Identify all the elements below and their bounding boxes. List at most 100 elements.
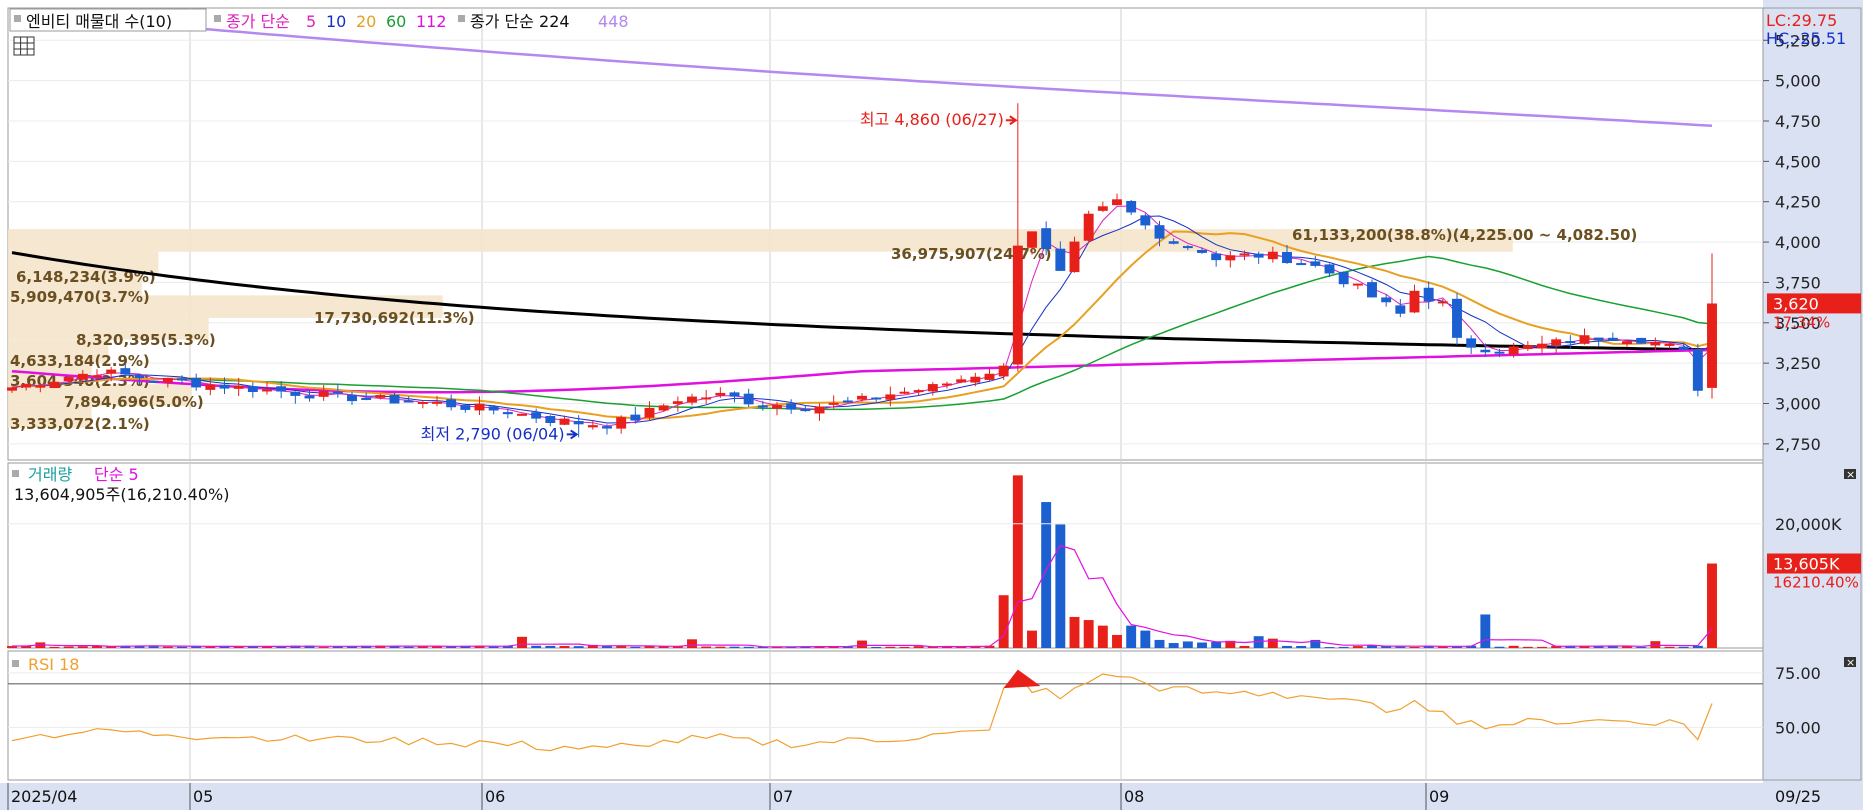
panel-close-icon[interactable]: × (1844, 656, 1856, 669)
volume-bar (63, 646, 74, 648)
candle-body (1253, 253, 1264, 258)
candle-body (1551, 339, 1562, 346)
candle-body (1182, 246, 1193, 249)
candle-body (871, 397, 882, 400)
candle-body (1636, 337, 1647, 344)
candle-body (191, 377, 202, 388)
candle-body (786, 403, 797, 410)
candle-body (573, 421, 584, 425)
candle-body (1650, 342, 1661, 346)
table-icon[interactable] (13, 36, 35, 56)
panel-close-icon[interactable]: × (1844, 468, 1856, 481)
volume-profile-label: 4,633,184(2.9%) (10, 352, 150, 370)
candle-body (1012, 245, 1023, 365)
candle-body (1126, 200, 1137, 213)
candle-body (21, 384, 32, 388)
volume-current-pct: 16210.40% (1773, 574, 1859, 592)
price-tick-label: 4,500 (1775, 152, 1821, 171)
x-tick-label: 09 (1429, 787, 1449, 806)
volume-bar (644, 646, 655, 648)
candle-body (332, 391, 343, 394)
volume-bar (49, 646, 60, 648)
volume-profile-label: 3,333,072(2.1%) (10, 415, 150, 433)
volume-bar (1112, 634, 1122, 648)
candle-body (1692, 349, 1703, 391)
volume-current-label: 13,605K (1773, 555, 1840, 574)
volume-bar (715, 646, 726, 648)
candle-body (134, 375, 145, 379)
candle-body (304, 395, 315, 399)
candle (517, 413, 527, 416)
current-price-label: 3,620 (1773, 294, 1819, 313)
close-icon-glyph: × (1846, 656, 1855, 669)
candle-body (602, 426, 612, 429)
candle (1069, 236, 1080, 273)
candle-body (672, 401, 683, 404)
price-tick-label: 3,750 (1775, 273, 1821, 292)
hc-readout: HC:-25.51 (1766, 29, 1846, 48)
candle-body (1678, 346, 1689, 350)
rsi-title: RSI 18 (28, 655, 79, 674)
x-tick-label: 07 (773, 787, 793, 806)
candle-body (1296, 263, 1307, 266)
price-tick-label: 2,750 (1775, 435, 1821, 454)
volume-bar (1338, 646, 1349, 648)
candle-body (729, 392, 740, 397)
volume-bar (687, 639, 697, 648)
volume-bar (318, 647, 329, 648)
candle-body (1664, 343, 1675, 346)
candle-body (1211, 253, 1222, 261)
volume-bar (417, 646, 428, 648)
candle-body (1480, 349, 1491, 353)
volume-bar (1197, 642, 1207, 648)
candle-body (361, 397, 372, 400)
volume-profile-label: 8,320,395(5.3%) (76, 331, 216, 349)
volume-bar (1395, 646, 1406, 648)
candle-body (318, 391, 329, 397)
current-pct-label: 17.34% (1773, 313, 1830, 331)
candle-body (517, 413, 527, 416)
candle-body (970, 376, 981, 383)
volume-bar (1267, 638, 1278, 648)
candle-body (460, 405, 471, 410)
candle-body (1452, 298, 1462, 338)
stock-chart[interactable]: 61,133,200(38.8%)(4,225.00 ~ 4,082.50)36… (0, 0, 1863, 810)
candle-body (630, 414, 641, 421)
volume-bar (729, 646, 740, 648)
candle-body (913, 390, 924, 393)
candle-body (219, 384, 230, 389)
volume-bar (1027, 630, 1037, 648)
candle-body (757, 405, 768, 408)
volume-profile-label: 5,909,470(3.7%) (10, 288, 150, 306)
candle (1636, 337, 1647, 344)
candle-body (531, 412, 542, 419)
lc-readout: LC:29.75 (1766, 11, 1837, 30)
low-annotation: 최저 2,790 (06/04) (421, 424, 565, 443)
ma-period-112: 112 (416, 12, 447, 31)
candle-body (35, 385, 46, 388)
candle-body (1622, 341, 1632, 345)
candle-body (1707, 303, 1717, 388)
candle-body (77, 373, 88, 380)
volume-bar (1168, 643, 1179, 648)
candle-body (743, 393, 754, 405)
volume-bar (630, 646, 641, 648)
candle-body (106, 369, 117, 374)
candle-body (1324, 264, 1335, 274)
candle-body (1239, 253, 1250, 256)
candle-body (885, 394, 896, 400)
candle-body (205, 384, 216, 390)
candle (1083, 210, 1094, 244)
ma-period-60: 60 (386, 12, 406, 31)
volume-info: 13,604,905주(16,210.40%) (14, 485, 229, 504)
candle (1692, 343, 1703, 397)
candle-body (403, 400, 414, 403)
volume-bar (1282, 645, 1292, 648)
legend-bullet (214, 15, 221, 22)
candle-body (1027, 231, 1037, 248)
candle-body (1352, 283, 1363, 286)
volume-bar (545, 645, 556, 648)
candle-body (1466, 338, 1477, 348)
price-title: 엔비티 매물대 수(10) (26, 12, 172, 31)
candle (1452, 293, 1462, 345)
